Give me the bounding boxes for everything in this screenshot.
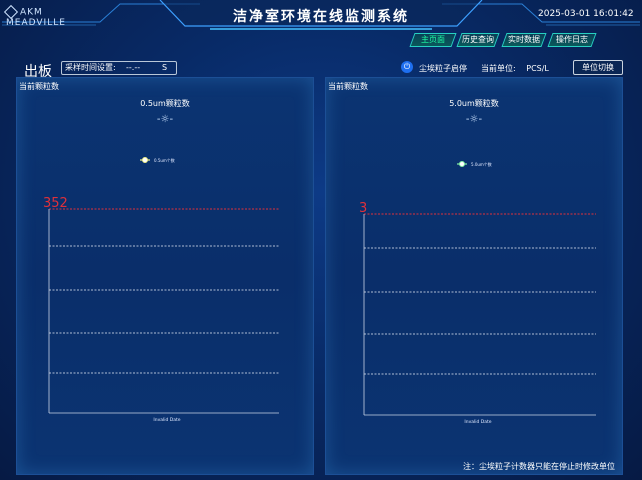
nav-tab-home-label: 主页面 [421,35,445,44]
unit-value: PCS/L [526,64,549,73]
chart-5-0um: 5.0um个数 3 Invalid Date [359,161,596,425]
current-datetime: 2025-03-01 16:01:42 [538,9,634,19]
logo: AKM MEADVILLE [3,4,94,28]
legend-label: 5.0um个数 [471,161,492,167]
nav-tab-realtime-label: 实时数据 [508,35,540,44]
sample-time-label: 采样时间设置: [65,63,116,72]
nav-tab-oplog[interactable]: 操作日志 [547,33,597,47]
page-title: 洁净室环境在线监测系统 [233,9,409,25]
nav-tab-history-label: 历史查询 [462,35,494,44]
legend-marker [142,157,148,163]
legend-label: 0.5um个数 [154,157,175,163]
sample-time-input[interactable]: 采样时间设置: --.-- S [61,61,177,75]
unit-label-text: 当前单位: [481,64,516,73]
header: AKM MEADVILLE 洁净室环境在线监测系统 2025-03-01 16:… [0,0,642,36]
x-tick-label: Invalid Date [153,417,180,423]
power-toggle-icon[interactable]: ⏻ [401,61,413,73]
dust-toggle-label: 尘埃粒子启停 [419,64,467,73]
chart-0-5um: 0.5um个数 352 Invalid Date [43,157,279,423]
limit-value-label: 352 [43,196,68,211]
legend-marker [459,161,465,167]
sample-time-unit: S [162,63,168,72]
footer-note: 注：尘埃粒子计数器只能在停止时修改单位 [463,462,615,471]
panel-0-5um: 当前颗粒数 0.5um颗粒数 -☼- 0.5um个数 352 Invalid Dat… [16,77,314,475]
x-tick-label: Invalid Date [464,419,491,425]
nav-tab-home[interactable]: 主页面 [409,33,457,47]
nav-tab-history[interactable]: 历史查询 [456,33,500,47]
limit-value-label: 3 [359,201,367,216]
panel-5-0um: 当前颗粒数 5.0um颗粒数 -☼- 5.0um个数 3 Invalid Date [325,77,623,475]
sample-time-value: --.-- [126,63,141,72]
unit-switch-button[interactable]: 单位切换 [573,60,623,75]
nav-tab-oplog-label: 操作日志 [556,35,588,44]
nav-tab-realtime[interactable]: 实时数据 [501,33,547,47]
current-unit-label: 当前单位: PCS/L [481,63,549,74]
